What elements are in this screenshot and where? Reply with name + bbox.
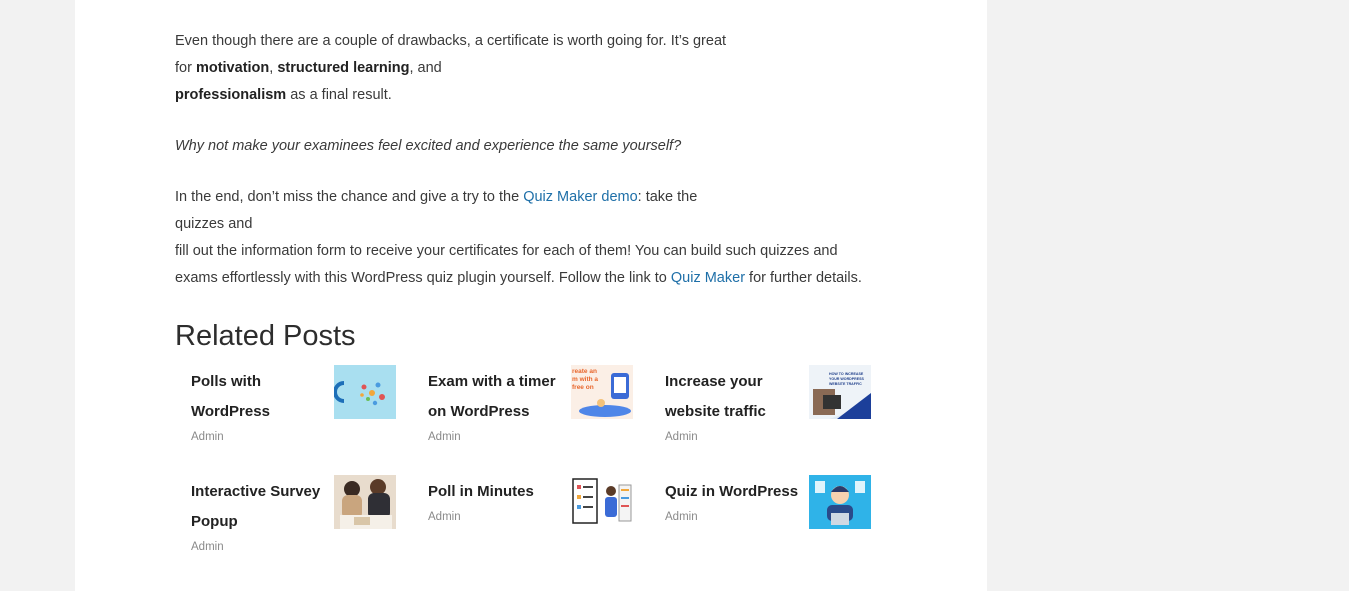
paragraph-3-line-2: quizzes and [175, 216, 253, 232]
title-line: Quiz in WordPress [665, 483, 799, 500]
thumb-text: free on [572, 384, 594, 391]
title-line: Increase your [665, 373, 763, 390]
text: as a final result. [286, 87, 392, 103]
post-title[interactable]: Interactive Survey Popup [191, 477, 341, 537]
exam-timer-thumbnail[interactable]: reate an m with a free on [571, 365, 633, 419]
paragraph-3-line-4: exams effortlessly with this WordPress q… [175, 265, 862, 292]
paragraph-3-line-1: In the end, don’t miss the chance and gi… [175, 184, 697, 211]
title-line: Popup [191, 513, 238, 530]
post-title[interactable]: Exam with a timer on WordPress [428, 367, 578, 427]
survey-thumbnail[interactable] [334, 475, 396, 529]
post-author: Admin [191, 431, 224, 443]
thumb-text: HOW TO INCREASE [829, 372, 864, 376]
paragraph-1-line-2: for motivation, structured learning, and [175, 55, 442, 82]
post-title[interactable]: Quiz in WordPress [665, 477, 815, 507]
related-posts-heading: Related Posts [175, 320, 356, 352]
thumb-text: reate an [572, 368, 597, 375]
post-author: Admin [428, 511, 461, 523]
paragraph-1-line-3: professionalism as a final result. [175, 82, 392, 109]
title-line: Polls with [191, 373, 262, 390]
title-line: WordPress [191, 403, 270, 420]
bold-structured-learning: structured learning [277, 60, 410, 76]
post-author: Admin [191, 541, 224, 553]
quiz-maker-link[interactable]: Quiz Maker [671, 270, 745, 286]
traffic-thumbnail[interactable]: HOW TO INCREASE YOUR WORDPRESS WEBSITE T… [809, 365, 871, 419]
bold-professionalism: professionalism [175, 87, 287, 103]
text: for [175, 60, 196, 76]
post-author: Admin [665, 511, 698, 523]
post-title[interactable]: Increase your website traffic [665, 367, 815, 427]
title-line: on WordPress [428, 403, 530, 420]
quiz-thumbnail[interactable] [809, 475, 871, 529]
post-author: Admin [665, 431, 698, 443]
title-line: Exam with a timer [428, 373, 556, 390]
text: In the end, don’t miss the chance and gi… [175, 189, 524, 205]
poll-minutes-thumbnail[interactable] [571, 475, 633, 529]
title-line: website traffic [665, 403, 766, 420]
title-line: Poll in Minutes [428, 483, 534, 500]
text: exams effortlessly with this WordPress q… [175, 270, 671, 286]
thumb-text: WEBSITE TRAFFIC [829, 382, 862, 386]
article-container: Even though there are a couple of drawba… [75, 0, 987, 591]
thumb-text: m with a [572, 376, 598, 383]
paragraph-2: Why not make your examinees feel excited… [175, 138, 682, 154]
paragraph-1-line-1: Even though there are a couple of drawba… [175, 33, 727, 49]
post-author: Admin [428, 431, 461, 443]
text: for further details. [745, 270, 862, 286]
post-title[interactable]: Polls with WordPress [191, 367, 341, 427]
bold-motivation: motivation [195, 60, 270, 76]
thumb-text: YOUR WORDPRESS [829, 377, 865, 381]
quiz-maker-demo-link[interactable]: Quiz Maker demo [523, 189, 637, 205]
post-title[interactable]: Poll in Minutes [428, 477, 578, 507]
paragraph-3-line-3: fill out the information form to receive… [175, 243, 838, 259]
polls-thumbnail[interactable] [334, 365, 396, 419]
text: : take the [637, 189, 698, 205]
title-line: Interactive Survey [191, 483, 321, 500]
text: , and [409, 60, 442, 76]
